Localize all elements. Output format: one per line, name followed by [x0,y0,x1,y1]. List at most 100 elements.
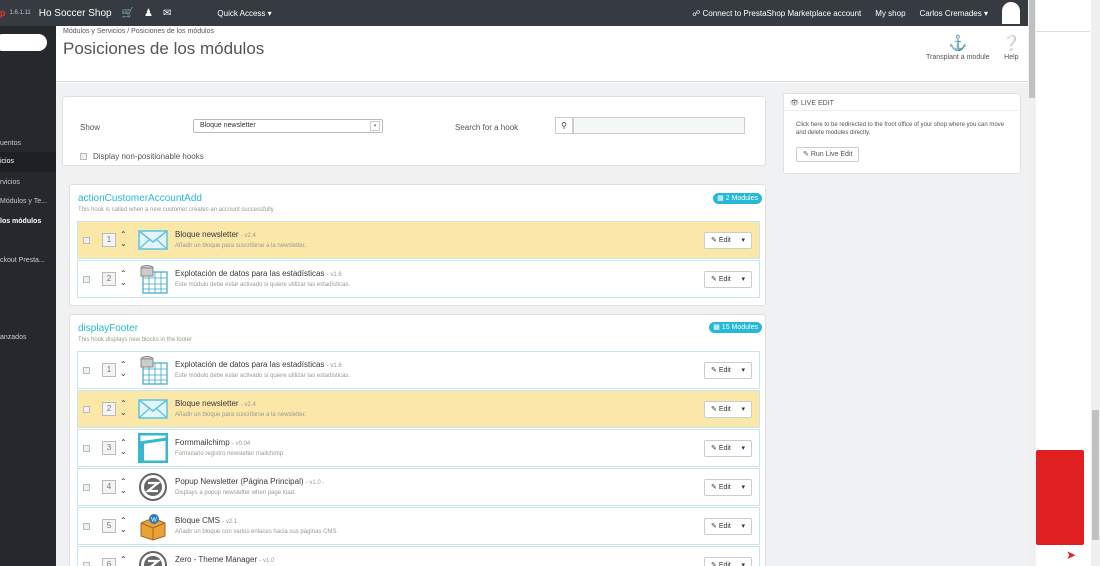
module-checkbox[interactable] [83,276,90,283]
module-name: Explotación de datos para las estadístic… [175,269,325,278]
form-icon [137,432,169,464]
marketplace-connect-label: Connect to PrestaShop Marketplace accoun… [702,8,862,18]
move-down-icon[interactable]: ⌄ [120,487,127,495]
module-row[interactable]: 2 ⌃ ⌄ Explotación de datos para las estadís… [77,260,760,298]
edit-label: Edit [718,237,731,244]
side-pane-scrollbar-thumb[interactable] [1092,410,1099,540]
module-checkbox[interactable] [83,406,90,413]
edit-dropdown-button[interactable]: ✎ Edit ▾ [704,440,752,457]
module-checkbox[interactable] [83,562,90,566]
module-checkbox[interactable] [83,523,90,530]
module-row[interactable]: 2 ⌃ ⌄ Bloque newsletter - v2.4 Añadir un blo… [77,390,760,428]
sidebar-search-input[interactable] [0,34,47,51]
edit-dropdown-button[interactable]: ✎ Edit ▾ [704,401,752,418]
database-grid-icon [138,355,168,385]
edit-dropdown-button[interactable]: ✎ Edit ▾ [704,362,752,379]
sidebar-item-active[interactable]: icios [0,152,56,172]
module-checkbox[interactable] [83,484,90,491]
search-hook-input[interactable] [573,117,745,134]
play-arrow-icon[interactable]: ➤ [1066,548,1076,562]
module-row[interactable]: 4 ⌃ ⌄ Popup Newsletter (Página Principal) -… [77,468,760,506]
move-down-icon[interactable]: ⌄ [120,279,127,287]
module-name-line: Bloque newsletter - v2.4 [175,230,256,239]
run-live-edit-button[interactable]: ✎ Run Live Edit [796,147,860,162]
move-up-icon[interactable]: ⌃ [120,439,127,447]
module-row[interactable]: 5 ⌃ ⌄ W Bloque CMS - v2.1 Añadir un bloque co… [77,507,760,545]
side-pane-banner[interactable] [1036,450,1084,545]
my-shop-link[interactable]: My shop [875,9,905,18]
move-up-icon[interactable]: ⌃ [120,231,127,239]
module-position: 2 [102,272,116,286]
sidebar-item[interactable]: uentos [0,134,56,154]
move-up-icon[interactable]: ⌃ [120,400,127,408]
edit-dropdown-button[interactable]: ✎ Edit ▾ [704,271,752,288]
move-down-icon[interactable]: ⌄ [120,409,127,417]
help-label: Help [1004,54,1019,61]
move-up-icon[interactable]: ⌃ [120,517,127,525]
move-down-icon[interactable]: ⌄ [120,448,127,456]
user-menu[interactable]: Carlos Cremades ▾ [920,9,988,18]
module-checkbox[interactable] [83,367,90,374]
module-checkbox[interactable] [83,445,90,452]
module-row[interactable]: 3 ⌃ ⌄ Formmailchimp - v0.04 Formulario regis… [77,429,760,467]
cart-icon[interactable]: 🛒 [122,8,134,19]
search-icon[interactable]: ⚲ [555,117,573,134]
move-up-icon[interactable]: ⌃ [120,270,127,278]
sidebar: uentos icios rvicios Módulos y Te... los… [0,26,56,566]
edit-label: Edit [718,484,731,491]
edit-dropdown-button[interactable]: ✎ Edit ▾ [704,518,752,535]
module-version: - v1.6 [326,272,342,278]
edit-dropdown-button[interactable]: ✎ Edit ▾ [704,232,752,249]
sidebar-item[interactable]: rvicios [0,173,56,193]
box-icon: W [138,511,168,541]
edit-label: Edit [718,523,731,530]
shop-name[interactable]: Ho Soccer Shop [39,8,112,19]
module-checkbox[interactable] [83,237,90,244]
module-row[interactable]: 6⌃⌄Zero - Theme Manager - v1.0✎ Edit▾ [77,546,760,566]
sidebar-item-current[interactable]: los módulos [0,212,56,232]
module-name: Bloque newsletter [175,399,239,408]
edit-dropdown-button[interactable]: ✎ Edit ▾ [704,479,752,496]
show-select[interactable]: Bloque newsletter ▾ [193,119,383,133]
module-count-badge: ▦ 2 Modules [713,193,762,204]
avatar[interactable] [1002,2,1020,24]
module-description: Añadir un bloque para suscribirse a la n… [175,412,307,418]
list-icon: ▦ [713,324,722,331]
breadcrumb[interactable]: Módulos y Servicios / Posiciones de los … [63,28,214,35]
caret-down-icon: ▾ [741,367,745,374]
live-edit-title: LIVE EDIT [800,100,834,107]
pencil-icon: ✎ [711,276,719,283]
top-navbar: p 1.6.1.11 Ho Soccer Shop 🛒 ♟ ✉ Quick Ac… [0,0,1028,26]
sidebar-item[interactable]: Módulos y Te... [0,192,56,212]
caret-down-icon: ▾ [741,523,745,530]
sidebar-item[interactable]: ckout Presta... [0,251,56,271]
module-name: Popup Newsletter (Página Principal) [175,477,304,486]
move-down-icon[interactable]: ⌄ [120,526,127,534]
envelope-icon [138,225,168,255]
prestashop-logo[interactable]: p [0,8,6,18]
page-header: Módulos y Servicios / Posiciones de los … [56,26,1028,82]
move-up-icon[interactable]: ⌃ [120,478,127,486]
move-down-icon[interactable]: ⌄ [120,370,127,378]
module-row[interactable]: 1 ⌃ ⌄ Explotación de datos para las estadís… [77,351,760,389]
user-icon[interactable]: ♟ [144,8,153,19]
scrollbar-thumb[interactable] [1029,0,1035,98]
transplant-button[interactable]: ⚓ Transplant a module [926,34,990,61]
nonpositionable-checkbox[interactable] [80,153,87,160]
module-description: Formulario registro newsletter mailchimp [175,451,284,457]
move-up-icon[interactable]: ⌃ [120,556,127,564]
quick-access-menu[interactable]: Quick Access ▾ [217,9,271,18]
marketplace-connect-link[interactable]: ☍ Connect to PrestaShop Marketplace acco… [692,9,861,18]
live-edit-heading: 👁 LIVE EDIT [790,99,834,107]
module-row[interactable]: 1 ⌃ ⌄ Bloque newsletter - v2.4 Añadir un blo… [77,221,760,259]
module-version: - v2.4 [240,402,256,408]
move-down-icon[interactable]: ⌄ [120,240,127,248]
mail-icon[interactable]: ✉ [163,8,171,19]
help-button[interactable]: ❔ Help [1002,34,1021,61]
module-description: Este módulo debe estar activado si quier… [175,282,351,288]
move-up-icon[interactable]: ⌃ [120,361,127,369]
edit-dropdown-button[interactable]: ✎ Edit ▾ [704,557,752,566]
sidebar-item[interactable]: anzados [0,328,56,348]
hook-title: actionCustomerAccountAdd [78,193,202,204]
caret-down-icon: ▾ [741,406,745,413]
